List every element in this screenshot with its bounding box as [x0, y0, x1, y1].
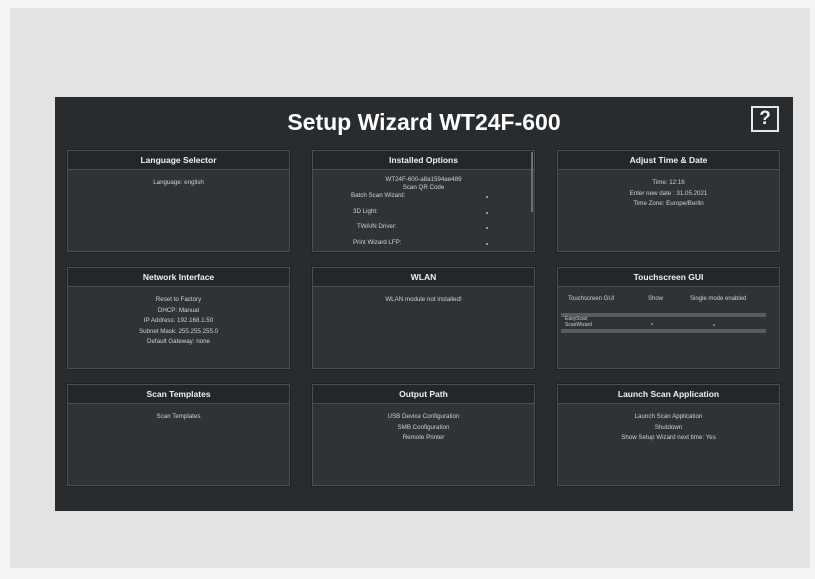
enter-date-field[interactable]: Enter new date : 31.05.2021 — [558, 189, 779, 200]
option-label: Print Wizard LFP: — [353, 238, 402, 246]
launch-scan-app-button[interactable]: Launch Scan Application — [558, 412, 779, 423]
scan-qr-code-button[interactable]: Scan QR Code — [313, 184, 534, 192]
wlan-status: WLAN module not installed! — [385, 296, 462, 303]
smb-config-link[interactable]: SMB Configuration — [313, 423, 534, 434]
default-gateway-field[interactable]: Default Gateway: none — [68, 337, 289, 348]
scan-templates-title: Scan Templates — [68, 385, 289, 404]
option-indicator — [486, 227, 488, 229]
option-label: 3D Light: — [353, 207, 378, 215]
installed-options-title: Installed Options — [313, 151, 534, 170]
option-indicator — [486, 211, 488, 214]
reset-to-factory-button[interactable]: Reset to Factory — [68, 295, 289, 306]
adjust-time-date-title: Adjust Time & Date — [558, 151, 779, 170]
shutdown-button[interactable]: Shutdown — [558, 423, 779, 434]
option-print-wizard-lfp: Print Wizard LFP: — [313, 239, 534, 252]
option-batch-scan-wizard: Batch Scan Wizard: — [313, 192, 534, 205]
time-zone-value[interactable]: Time Zone: Europe/Berlin — [558, 199, 779, 210]
monitor-frame: Setup Wizard WT24F-600 ? Language Select… — [10, 8, 810, 568]
launch-scan-app-title: Launch Scan Application — [558, 385, 779, 404]
ip-address-field[interactable]: IP Address: 192.168.1.50 — [68, 316, 289, 327]
help-button[interactable]: ? — [751, 106, 779, 132]
usb-device-config-link[interactable]: USB Device Configuration — [313, 412, 534, 423]
column-show: Show — [648, 296, 664, 302]
gui-easyscan-label: EasyScan ScanWizard — [565, 316, 592, 328]
single-mode-checkbox[interactable] — [713, 324, 715, 326]
touchscreen-table-header: Touchscreen GUI Show Single mode enabled — [558, 296, 779, 308]
option-twain-driver: TWAIN Driver: — [313, 223, 534, 236]
gui-scanwizard-label: ScanWizard — [565, 321, 592, 328]
device-serial: WT24F-600-a8a1594ae489 — [385, 176, 462, 183]
dhcp-setting[interactable]: DHCP: Manual — [68, 306, 289, 317]
scan-templates-panel: Scan Templates Scan Templates — [67, 384, 290, 486]
column-single-mode: Single mode enabled — [690, 296, 747, 302]
show-wizard-next-time-toggle[interactable]: Show Setup Wizard next time: Yes — [558, 433, 779, 444]
output-path-panel: Output Path USB Device Configuration SMB… — [312, 384, 535, 486]
show-checkbox[interactable] — [651, 323, 653, 325]
launch-scan-app-panel: Launch Scan Application Launch Scan Appl… — [557, 384, 780, 486]
touchscreen-gui-panel: Touchscreen GUI Touchscreen GUI Show Sin… — [557, 267, 780, 369]
option-indicator — [486, 242, 488, 245]
language-selector-panel[interactable]: Language Selector Language: english — [67, 150, 290, 252]
option-indicator — [486, 196, 488, 198]
adjust-time-date-panel[interactable]: Adjust Time & Date Time: 12:16 Enter new… — [557, 150, 780, 252]
network-interface-title: Network Interface — [68, 268, 289, 287]
page-title: Setup Wizard WT24F-600 — [287, 109, 561, 135]
network-interface-panel: Network Interface Reset to Factory DHCP:… — [67, 267, 290, 369]
wlan-panel: WLAN WLAN module not installed! — [312, 267, 535, 369]
language-value[interactable]: Language: english — [68, 178, 289, 189]
setup-wizard-screen: Setup Wizard WT24F-600 ? Language Select… — [55, 97, 793, 511]
table-divider — [561, 329, 766, 333]
remote-printer-link[interactable]: Remote Printer — [313, 433, 534, 444]
column-touchscreen-gui: Touchscreen GUI — [568, 296, 615, 302]
option-label: TWAIN Driver: — [357, 223, 397, 230]
option-label: Batch Scan Wizard: — [351, 192, 406, 199]
touchscreen-gui-title: Touchscreen GUI — [558, 268, 779, 287]
wlan-title: WLAN — [313, 268, 534, 287]
language-selector-title: Language Selector — [68, 151, 289, 170]
output-path-title: Output Path — [313, 385, 534, 404]
scan-templates-link[interactable]: Scan Templates — [68, 412, 289, 423]
option-3d-light: 3D Light: — [313, 208, 534, 221]
subnet-mask-field[interactable]: Subnet Mask: 255.255.255.0 — [68, 327, 289, 338]
installed-options-panel: Installed Options WT24F-600-a8a1594ae489… — [312, 150, 535, 252]
current-time: Time: 12:16 — [652, 179, 685, 186]
